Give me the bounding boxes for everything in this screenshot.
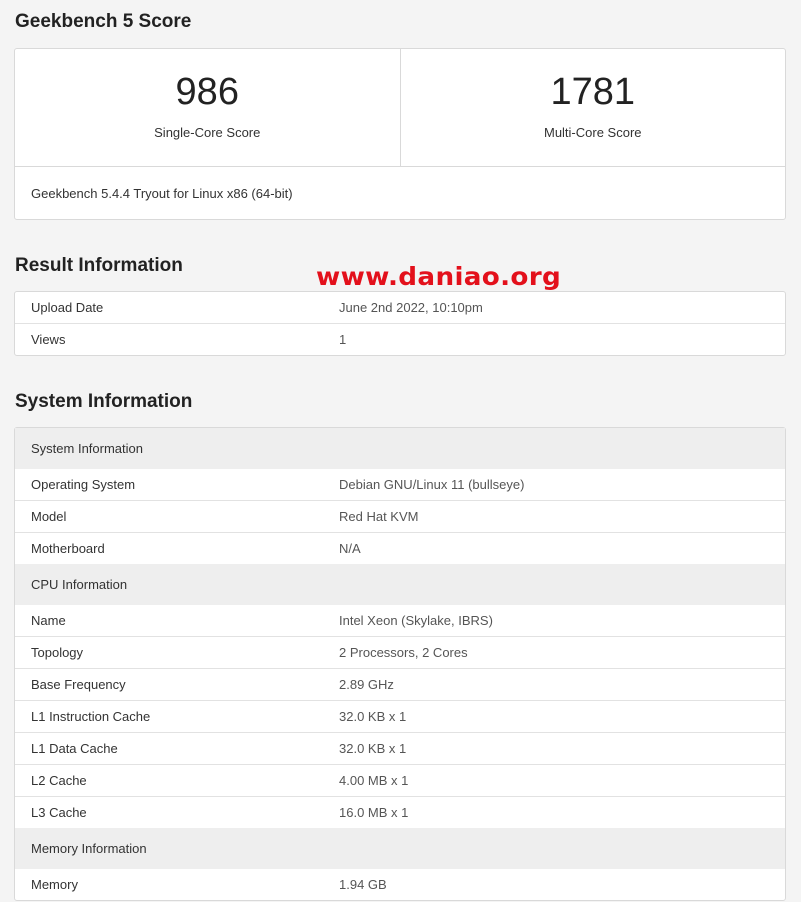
- table-row: Motherboard N/A: [15, 532, 785, 564]
- row-key: Upload Date: [31, 300, 104, 315]
- row-key: Name: [31, 613, 66, 628]
- single-core-score: 986 Single-Core Score: [15, 49, 400, 166]
- table-row: L1 Data Cache 32.0 KB x 1: [15, 732, 785, 764]
- group-rows: Memory 1.94 GB: [15, 869, 785, 900]
- result-section-title: Result Information: [15, 255, 183, 276]
- row-key: Views: [31, 332, 66, 347]
- table-row: Topology 2 Processors, 2 Cores: [15, 636, 785, 668]
- multi-core-score-label: Multi-Core Score: [543, 125, 642, 140]
- row-key: Topology: [31, 645, 84, 660]
- row-key: Motherboard: [31, 541, 105, 556]
- row-value: 32.0 KB x 1: [339, 741, 407, 756]
- score-section-title: Geekbench 5 Score: [15, 11, 192, 32]
- row-value: 2 Processors, 2 Cores: [339, 645, 468, 660]
- row-value: 1.94 GB: [339, 877, 387, 892]
- row-value: N/A: [339, 541, 361, 556]
- multi-core-score: 1781 Multi-Core Score: [399, 49, 786, 166]
- system-section-title: System Information: [15, 391, 193, 412]
- multi-core-score-value: 1781: [550, 71, 636, 113]
- row-value: 1: [339, 332, 347, 347]
- row-key: L2 Cache: [31, 773, 87, 788]
- row-key: Model: [31, 509, 67, 524]
- row-value: Red Hat KVM: [339, 509, 419, 524]
- row-value: 4.00 MB x 1: [339, 773, 409, 788]
- table-row: L2 Cache 4.00 MB x 1: [15, 764, 785, 796]
- row-key: L1 Data Cache: [31, 741, 118, 756]
- row-key: Memory: [31, 877, 78, 892]
- row-key: Operating System: [31, 477, 136, 492]
- table-row: Upload Date June 2nd 2022, 10:10pm: [15, 292, 785, 323]
- table-row: L1 Instruction Cache 32.0 KB x 1: [15, 700, 785, 732]
- row-value: 2.89 GHz: [339, 677, 394, 692]
- table-row: Base Frequency 2.89 GHz: [15, 668, 785, 700]
- group-rows: Name Intel Xeon (Skylake, IBRS) Topology…: [15, 605, 785, 828]
- table-row: Memory 1.94 GB: [15, 869, 785, 900]
- benchmark-version: Geekbench 5.4.4 Tryout for Linux x86 (64…: [31, 186, 293, 201]
- row-value: 32.0 KB x 1: [339, 709, 407, 724]
- row-key: L3 Cache: [31, 805, 87, 820]
- table-row: Name Intel Xeon (Skylake, IBRS): [15, 605, 785, 636]
- score-row: 986 Single-Core Score 1781 Multi-Core Sc…: [15, 49, 785, 167]
- row-value: June 2nd 2022, 10:10pm: [339, 300, 483, 315]
- row-key: L1 Instruction Cache: [31, 709, 151, 724]
- result-info-table: Upload Date June 2nd 2022, 10:10pm Views…: [14, 291, 786, 356]
- single-core-score-value: 986: [175, 71, 239, 113]
- system-info-table: System Information Operating System Debi…: [14, 427, 786, 901]
- group-header-memory: Memory Information: [15, 828, 785, 869]
- watermark-text: www.daniao.org: [316, 262, 562, 291]
- row-value: 16.0 MB x 1: [339, 805, 409, 820]
- row-key: Base Frequency: [31, 677, 126, 692]
- table-row: Model Red Hat KVM: [15, 500, 785, 532]
- row-value: Debian GNU/Linux 11 (bullseye): [339, 477, 525, 492]
- group-header-cpu: CPU Information: [15, 564, 785, 605]
- group-header-system: System Information: [15, 428, 785, 469]
- table-row: Operating System Debian GNU/Linux 11 (bu…: [15, 469, 785, 500]
- table-row: L3 Cache 16.0 MB x 1: [15, 796, 785, 828]
- single-core-score-label: Single-Core Score: [154, 125, 261, 140]
- table-row: Views 1: [15, 323, 785, 355]
- group-rows: Operating System Debian GNU/Linux 11 (bu…: [15, 469, 785, 564]
- row-value: Intel Xeon (Skylake, IBRS): [339, 613, 493, 628]
- score-card: 986 Single-Core Score 1781 Multi-Core Sc…: [14, 48, 786, 220]
